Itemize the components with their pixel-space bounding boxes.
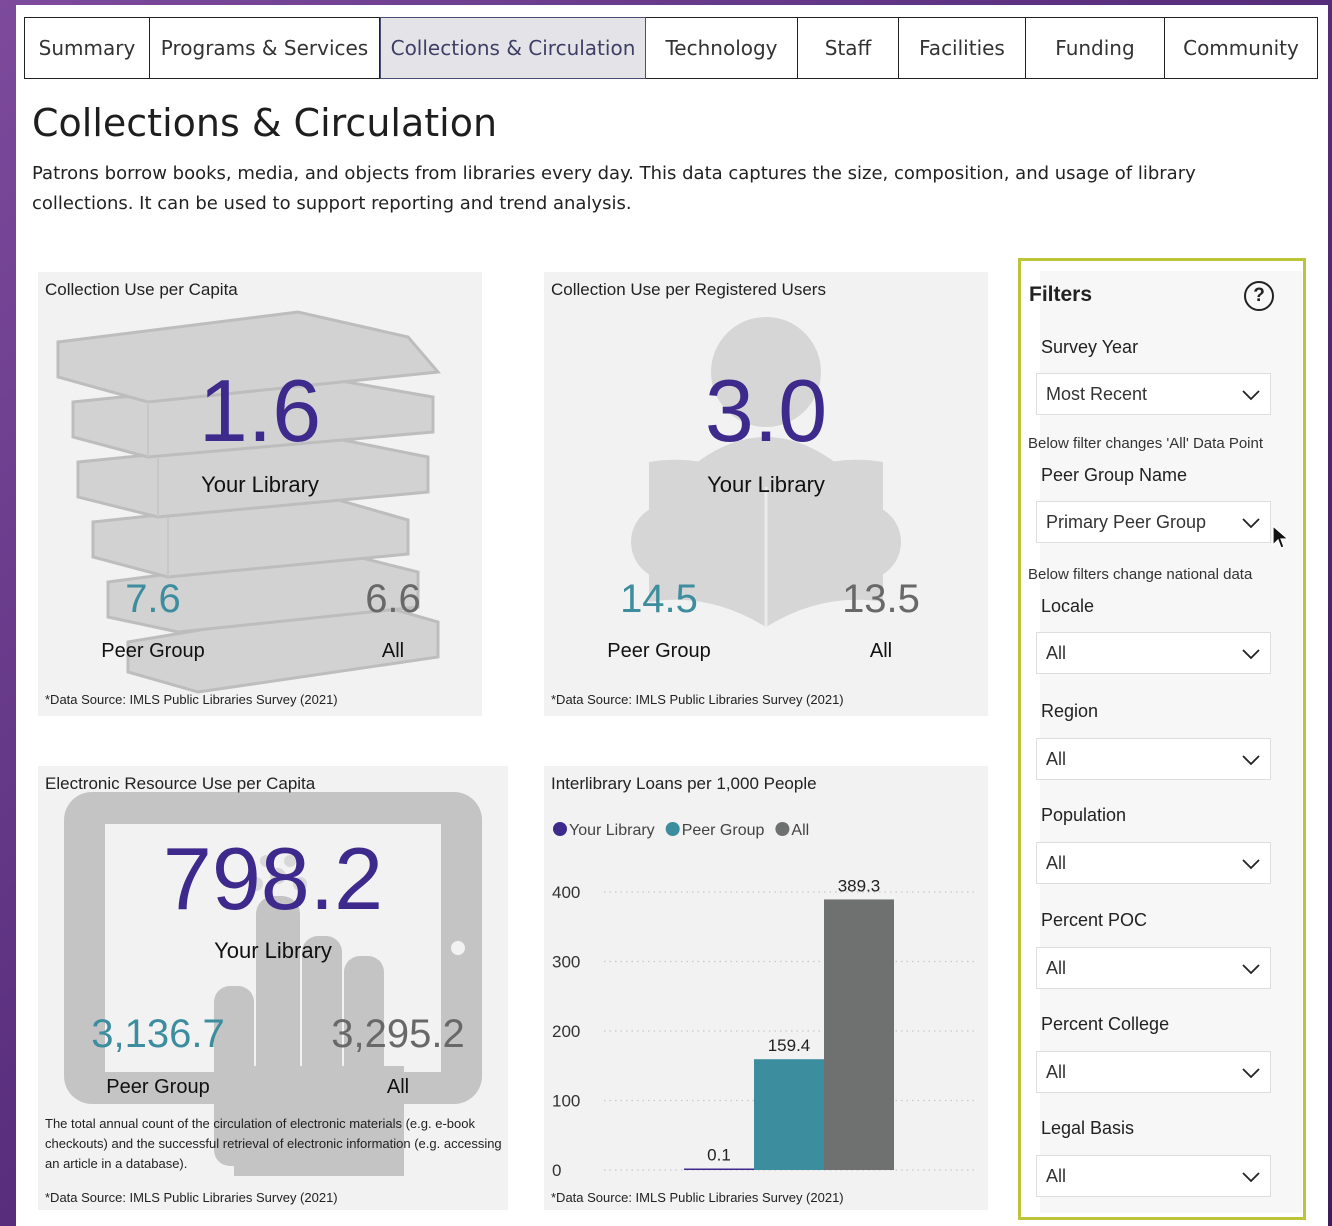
- dropdown-value: All: [1046, 958, 1067, 978]
- population-dropdown[interactable]: All: [1036, 842, 1271, 884]
- filters-title: Filters: [1029, 283, 1093, 306]
- your-library-value: 798.2: [162, 829, 384, 928]
- tab-summary[interactable]: Summary: [24, 17, 150, 79]
- legend-label: All: [791, 822, 809, 839]
- tab-community[interactable]: Community: [1165, 17, 1318, 79]
- tab-collections-circulation[interactable]: Collections & Circulation: [380, 17, 646, 79]
- card-electronic-resource-use: Electronic Resource Use per Capita 798.2…: [38, 766, 508, 1210]
- legend-marker: [553, 822, 567, 836]
- tab-staff[interactable]: Staff: [798, 17, 899, 79]
- bar: [684, 1168, 754, 1170]
- filter-label-percent-college: Percent College: [1041, 1014, 1170, 1034]
- all-value: 13.5: [842, 577, 920, 621]
- all-value: 6.6: [365, 577, 421, 621]
- peer-group-value: 3,136.7: [91, 1012, 225, 1056]
- filter-label-peer-group: Peer Group Name: [1041, 465, 1188, 485]
- chevron-down-icon: [1242, 1068, 1260, 1079]
- data-label: 389.3: [838, 876, 881, 895]
- data-source: *Data Source: IMLS Public Libraries Surv…: [551, 692, 844, 707]
- chevron-down-icon: [1242, 964, 1260, 975]
- filter-label-survey-year: Survey Year: [1041, 337, 1139, 357]
- help-button[interactable]: ?: [1244, 281, 1274, 311]
- peer-group-label: Peer Group: [607, 640, 711, 662]
- dropdown-value: All: [1046, 643, 1067, 663]
- all-value: 3,295.2: [331, 1012, 465, 1056]
- tab-bar: Summary Programs & Services Collections …: [24, 17, 1318, 81]
- data-source: *Data Source: IMLS Public Libraries Surv…: [45, 1190, 338, 1205]
- percent-college-dropdown[interactable]: All: [1036, 1051, 1271, 1093]
- all-label: All: [869, 640, 893, 662]
- mouse-cursor-icon: [1272, 525, 1290, 549]
- peer-group-value: 7.6: [125, 577, 181, 621]
- dropdown-value: All: [1046, 1166, 1067, 1186]
- filter-note-national: Below filters change national data: [1028, 566, 1253, 583]
- your-library-label: Your Library: [707, 472, 825, 497]
- your-library-value: 3.0: [704, 361, 828, 460]
- percent-poc-dropdown[interactable]: All: [1036, 947, 1271, 989]
- data-label: 159.4: [768, 1036, 811, 1055]
- legend-marker: [665, 822, 680, 836]
- chevron-down-icon: [1242, 859, 1260, 870]
- data-label: 0.1: [707, 1146, 731, 1165]
- filter-label-legal-basis: Legal Basis: [1041, 1118, 1135, 1138]
- data-source: *Data Source: IMLS Public Libraries Surv…: [45, 692, 338, 707]
- chevron-down-icon: [1242, 649, 1260, 660]
- tab-facilities[interactable]: Facilities: [899, 17, 1026, 79]
- dropdown-value: All: [1046, 853, 1067, 873]
- y-tick-label: 400: [552, 883, 580, 902]
- survey-year-dropdown[interactable]: Most Recent: [1036, 373, 1271, 415]
- card-title: Electronic Resource Use per Capita: [45, 774, 316, 793]
- dropdown-value: Primary Peer Group: [1046, 512, 1207, 532]
- card-title: Collection Use per Registered Users: [551, 280, 826, 299]
- chevron-down-icon: [1242, 518, 1260, 529]
- peer-group-dropdown[interactable]: Primary Peer Group: [1036, 501, 1271, 543]
- chevron-down-icon: [1242, 390, 1260, 401]
- legal-basis-dropdown[interactable]: All: [1036, 1155, 1271, 1197]
- y-tick-label: 300: [552, 953, 580, 972]
- card-title: Collection Use per Capita: [45, 280, 238, 299]
- peer-group-label: Peer Group: [101, 640, 205, 662]
- interlibrary-loans-chart: Your Library Peer Group All 0 100 200 300 400 0.…: [552, 822, 974, 1180]
- filter-label-percent-poc: Percent POC: [1041, 910, 1148, 930]
- filters-panel: Filters ? Survey Year Most Recent Below …: [1018, 258, 1306, 1220]
- chevron-down-icon: [1242, 755, 1260, 766]
- tab-funding[interactable]: Funding: [1026, 17, 1165, 79]
- card-collection-use-per-registered: Collection Use per Registered Users 3.0 …: [544, 272, 988, 716]
- card-collection-use-per-capita: Collection Use per Capita 1.6 Your Libra…: [38, 272, 482, 716]
- y-tick-label: 100: [552, 1092, 580, 1111]
- tab-programs-services[interactable]: Programs & Services: [150, 17, 380, 79]
- metric-description: The total annual count of the circulatio…: [45, 1116, 502, 1171]
- y-tick-label: 200: [552, 1022, 580, 1041]
- y-tick-label: 0: [552, 1161, 561, 1180]
- all-label: All: [381, 640, 405, 662]
- your-library-label: Your Library: [201, 472, 319, 497]
- legend-label: Your Library: [569, 822, 655, 839]
- peer-group-label: Peer Group: [106, 1076, 210, 1098]
- data-source: *Data Source: IMLS Public Libraries Surv…: [551, 1190, 844, 1205]
- region-dropdown[interactable]: All: [1036, 738, 1271, 780]
- your-library-label: Your Library: [214, 938, 332, 963]
- dropdown-value: All: [1046, 749, 1067, 769]
- bar: [824, 899, 894, 1170]
- report-page: Summary Programs & Services Collections …: [16, 5, 1328, 1226]
- filter-note-peer: Below filter changes 'All' Data Point: [1028, 435, 1264, 452]
- peer-group-value: 14.5: [620, 577, 698, 621]
- locale-dropdown[interactable]: All: [1036, 632, 1271, 674]
- card-interlibrary-loans: Interlibrary Loans per 1,000 People Your…: [544, 766, 988, 1210]
- bar: [754, 1059, 824, 1170]
- your-library-value: 1.6: [198, 361, 322, 460]
- chevron-down-icon: [1242, 1172, 1260, 1183]
- tab-technology[interactable]: Technology: [646, 17, 798, 79]
- filter-label-locale: Locale: [1041, 596, 1095, 616]
- dropdown-value: Most Recent: [1046, 384, 1148, 404]
- legend-label: Peer Group: [682, 822, 765, 839]
- filter-label-population: Population: [1041, 805, 1127, 825]
- page-title: Collections & Circulation: [32, 101, 498, 145]
- all-label: All: [386, 1076, 410, 1098]
- filter-label-region: Region: [1041, 701, 1099, 721]
- dropdown-value: All: [1046, 1062, 1067, 1082]
- legend-marker: [775, 822, 790, 836]
- page-description: Patrons borrow books, media, and objects…: [32, 163, 1196, 214]
